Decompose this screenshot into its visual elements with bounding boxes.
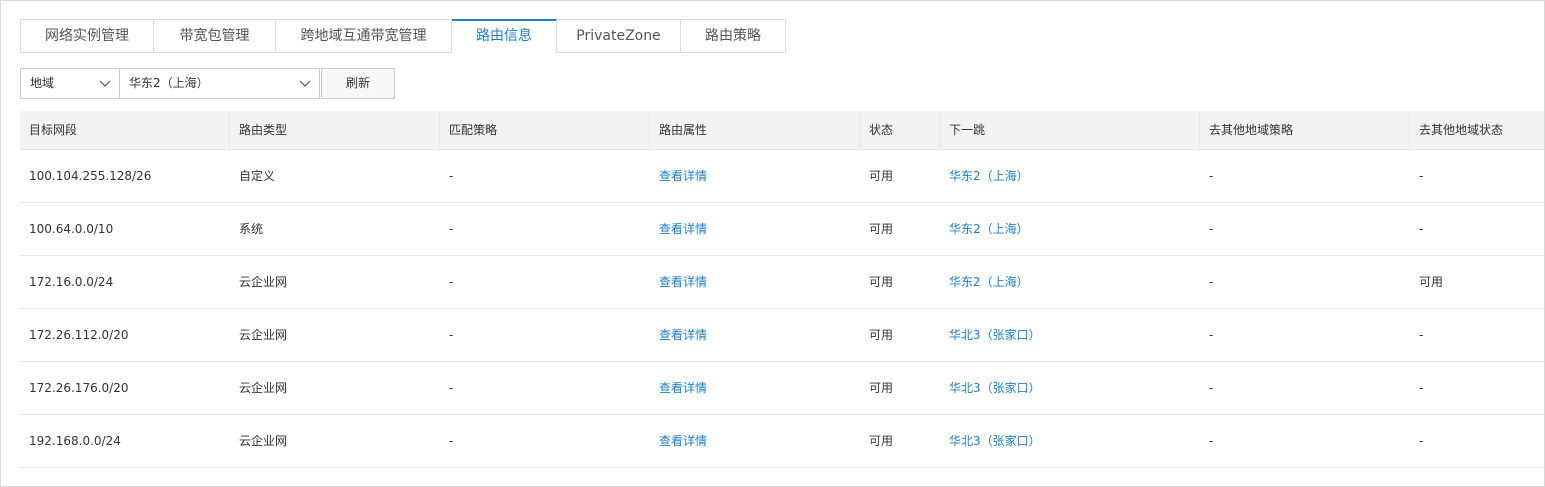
cell-status: 可用: [869, 169, 894, 183]
cell-cross-region-status: -: [1419, 434, 1424, 448]
next-hop-link[interactable]: 华东2（上海）: [940, 203, 1200, 255]
cell-cross-region-policy: -: [1209, 381, 1214, 395]
next-hop-link[interactable]: 华北3（张家口）: [940, 309, 1200, 361]
cell-cross-region-status: 可用: [1419, 275, 1444, 289]
cell-destination-cidr: 172.26.112.0/20: [29, 328, 129, 342]
refresh-button[interactable]: 刷新: [321, 68, 395, 99]
table-row: 172.26.112.0/20 云企业网 - 查看详情 可用 华北3（张家口） …: [20, 309, 1544, 362]
cell-cross-region-status: -: [1419, 169, 1424, 183]
column-header: 下一跳: [940, 111, 1200, 149]
cell-match-policy: -: [449, 328, 454, 342]
tab-privatezone[interactable]: PrivateZone: [557, 19, 681, 53]
cell-cross-region-policy: -: [1209, 275, 1214, 289]
chevron-down-icon: [99, 80, 111, 87]
cell-cross-region-policy: -: [1209, 222, 1214, 236]
tab-bandwidth-packages[interactable]: 带宽包管理: [154, 19, 276, 53]
table-row: 100.64.0.0/10 系统 - 查看详情 可用 华东2（上海） - -: [20, 203, 1544, 256]
cell-cross-region-status: -: [1419, 328, 1424, 342]
cell-route-type: 云企业网: [239, 434, 288, 448]
next-hop-link[interactable]: 华东2（上海）: [940, 256, 1200, 308]
column-header: 去其他地域状态: [1419, 123, 1504, 137]
cell-status: 可用: [869, 434, 894, 448]
cell-route-type: 云企业网: [239, 275, 288, 289]
cell-destination-cidr: 172.16.0.0/24: [29, 275, 114, 289]
cell-route-type: 云企业网: [239, 381, 288, 395]
cell-destination-cidr: 172.26.176.0/20: [29, 381, 129, 395]
cell-cross-region-policy: -: [1209, 434, 1214, 448]
next-hop-link[interactable]: 华北3（张家口）: [940, 415, 1200, 467]
column-header: 状态: [860, 111, 940, 149]
view-details-link[interactable]: 查看详情: [650, 150, 860, 202]
next-hop-link[interactable]: 华北3（张家口）: [940, 362, 1200, 414]
tab-route-info[interactable]: 路由信息: [452, 19, 557, 53]
view-details-link[interactable]: 查看详情: [650, 203, 860, 255]
region-select[interactable]: 华东2（上海）: [120, 68, 320, 99]
cell-destination-cidr: 100.104.255.128/26: [29, 169, 152, 183]
cell-status: 可用: [869, 222, 894, 236]
filter-type-value: 地域: [30, 76, 55, 90]
cell-status: 可用: [869, 381, 894, 395]
region-value: 华东2（上海）: [129, 76, 209, 90]
column-header: 匹配策略: [440, 111, 650, 149]
table-header: 目标网段 路由类型 匹配策略 路由属性 状态 下一跳 去其他地域策略 去其他地域…: [20, 111, 1544, 150]
cell-status: 可用: [869, 328, 894, 342]
next-hop-link[interactable]: 华东2（上海）: [940, 150, 1200, 202]
tab-route-policy[interactable]: 路由策略: [681, 19, 786, 53]
route-table: 目标网段 路由类型 匹配策略 路由属性 状态 下一跳 去其他地域策略 去其他地域…: [20, 111, 1544, 468]
cell-destination-cidr: 100.64.0.0/10: [29, 222, 114, 236]
view-details-link[interactable]: 查看详情: [650, 309, 860, 361]
cell-route-type: 自定义: [239, 169, 276, 183]
chevron-down-icon: [299, 80, 311, 87]
table-row: 172.26.176.0/20 云企业网 - 查看详情 可用 华北3（张家口） …: [20, 362, 1544, 415]
cell-destination-cidr: 192.168.0.0/24: [29, 434, 121, 448]
cell-match-policy: -: [449, 434, 454, 448]
cell-cross-region-policy: -: [1209, 169, 1214, 183]
column-header: 路由属性: [650, 111, 860, 149]
table-row: 100.104.255.128/26 自定义 - 查看详情 可用 华东2（上海）…: [20, 150, 1544, 203]
cell-match-policy: -: [449, 275, 454, 289]
cell-match-policy: -: [449, 381, 454, 395]
cell-cross-region-policy: -: [1209, 328, 1214, 342]
column-header: 目标网段: [20, 111, 230, 149]
column-header: 路由类型: [230, 111, 440, 149]
view-details-link[interactable]: 查看详情: [650, 256, 860, 308]
column-header: 去其他地域策略: [1200, 111, 1410, 149]
toolbar: 地域 华东2（上海） 刷新: [20, 68, 395, 99]
cell-route-type: 云企业网: [239, 328, 288, 342]
cell-status: 可用: [869, 275, 894, 289]
view-details-link[interactable]: 查看详情: [650, 362, 860, 414]
tab-bar: 网络实例管理 带宽包管理 跨地域互通带宽管理 路由信息 PrivateZone …: [20, 19, 786, 53]
tab-network-instances[interactable]: 网络实例管理: [20, 19, 154, 53]
cell-match-policy: -: [449, 222, 454, 236]
cell-cross-region-status: -: [1419, 222, 1424, 236]
tab-cross-region-bandwidth[interactable]: 跨地域互通带宽管理: [276, 19, 452, 53]
cell-match-policy: -: [449, 169, 454, 183]
table-row: 172.16.0.0/24 云企业网 - 查看详情 可用 华东2（上海） - 可…: [20, 256, 1544, 309]
table-row: 192.168.0.0/24 云企业网 - 查看详情 可用 华北3（张家口） -…: [20, 415, 1544, 468]
view-details-link[interactable]: 查看详情: [650, 415, 860, 467]
cell-route-type: 系统: [239, 222, 264, 236]
route-info-panel: 网络实例管理 带宽包管理 跨地域互通带宽管理 路由信息 PrivateZone …: [0, 0, 1545, 487]
cell-cross-region-status: -: [1419, 381, 1424, 395]
filter-type-select[interactable]: 地域: [20, 68, 120, 99]
